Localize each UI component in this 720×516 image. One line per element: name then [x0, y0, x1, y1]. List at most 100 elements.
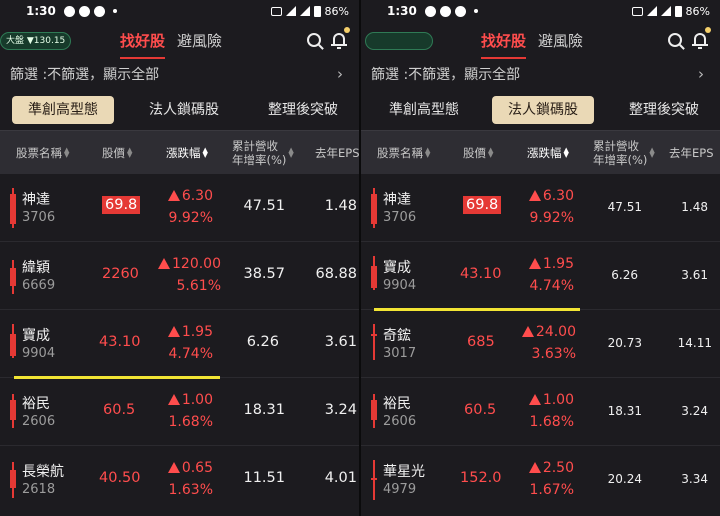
last-year-eps: 3.61	[324, 334, 357, 350]
stock-code: 2606	[383, 414, 417, 429]
column-eps[interactable]: 去年EPS	[669, 131, 714, 175]
column-price[interactable]: 股價 ▲ ▼	[102, 131, 132, 175]
messenger-notification-icon	[78, 5, 90, 17]
last-year-eps: 68.88	[315, 266, 357, 282]
candlestick-icon	[10, 188, 16, 228]
price-change: 1.95	[167, 324, 213, 340]
battery-level: 86%	[324, 4, 349, 18]
up-arrow-icon	[528, 394, 541, 405]
stock-row[interactable]: 華星光 4979 152.0 2.50 1.67% 20.24 3.34	[361, 446, 720, 514]
price-change: 6.30	[528, 188, 574, 204]
stock-code: 3017	[383, 346, 417, 361]
filter-row[interactable]: 篩選 :不篩選，顯示全部 ›	[0, 60, 359, 88]
column-label: 漲跌幅	[527, 145, 562, 160]
strategy-chips: 準創高型態 法人鎖碼股 整理後突破	[0, 88, 359, 130]
column-label-line1: 累計營收	[232, 138, 278, 153]
candlestick-icon	[371, 460, 377, 500]
stock-name: 寶成	[22, 328, 50, 344]
up-arrow-icon	[167, 462, 180, 473]
percent-change: 3.63%	[531, 346, 576, 362]
column-price[interactable]: 股價 ▲ ▼	[463, 131, 493, 175]
search-icon[interactable]	[307, 33, 321, 47]
bell-icon[interactable]	[331, 33, 347, 49]
column-label-line2: 年增率(%)	[232, 153, 287, 167]
change-value: 6.30	[181, 188, 213, 204]
bell-icon[interactable]	[692, 33, 708, 49]
column-stock-name[interactable]: 股票名稱 ▲ ▼	[16, 131, 69, 175]
signal-icon	[299, 6, 310, 16]
stock-row[interactable]: 緯穎 6669 2260 120.00 5.61% 38.57 68.88	[0, 242, 359, 310]
column-label: 去年EPS	[315, 145, 359, 160]
stock-row[interactable]: 寶成 9904 43.10 1.95 4.74% 6.26 3.61	[0, 310, 359, 378]
stock-row[interactable]: 神達 3706 69.8 6.30 9.92% 47.51 1.48	[0, 174, 359, 242]
chip-breakout[interactable]: 整理後突破	[262, 96, 344, 124]
tab-find-stocks[interactable]: 找好股	[120, 30, 166, 59]
column-label: 漲跌幅	[166, 145, 201, 160]
last-year-eps: 3.34	[681, 472, 708, 486]
stock-name: 裕民	[22, 396, 50, 412]
chip-near-high[interactable]: 準創高型態	[383, 96, 465, 124]
stock-price: 40.50	[99, 470, 141, 486]
tab-avoid-risk[interactable]: 避風險	[538, 30, 583, 51]
up-arrow-icon	[528, 462, 541, 473]
stock-price: 69.8	[102, 196, 141, 214]
price-change: 1.00	[167, 392, 213, 408]
tab-find-stocks[interactable]: 找好股	[481, 30, 527, 59]
column-eps[interactable]: 去年EPS	[315, 131, 359, 175]
stock-row[interactable]: 長榮航 2618 40.50 0.65 1.63% 11.51 4.01	[0, 446, 359, 514]
chat-notification-icon	[63, 5, 75, 17]
column-change[interactable]: 漲跌幅 ▲ ▼	[527, 131, 569, 175]
stock-price: 2260	[102, 266, 139, 282]
stock-code: 3706	[22, 210, 56, 225]
search-icon[interactable]	[668, 33, 682, 47]
stock-row[interactable]: 寶成 9904 43.10 1.95 4.74% 6.26 3.61	[361, 242, 720, 310]
last-year-eps: 1.48	[324, 198, 357, 214]
stock-price: 152.0	[460, 470, 502, 486]
table-header: 股票名稱 ▲ ▼ 股價 ▲ ▼ 漲跌幅 ▲ ▼ 累計營收 年增率(%) ▲ ▼ 去年EPS	[361, 130, 720, 174]
stock-row[interactable]: 裕民 2606 60.5 1.00 1.68% 18.31 3.24	[361, 378, 720, 446]
up-arrow-icon	[158, 258, 170, 269]
battery-icon	[313, 5, 321, 17]
battery-level: 86%	[685, 4, 710, 18]
stock-row[interactable]: 裕民 2606 60.5 1.00 1.68% 18.31 3.24	[0, 378, 359, 446]
wifi-icon	[285, 6, 296, 16]
stock-row[interactable]: 奇鋐 3017 685 24.00 3.63% 20.73 14.11	[361, 310, 720, 378]
market-index-badge[interactable]: 大盤 ▼130.15	[0, 32, 72, 50]
change-value: 120.00	[172, 256, 221, 272]
chip-institutional[interactable]: 法人鎖碼股	[138, 96, 230, 124]
percent-change: 4.74%	[168, 346, 213, 362]
column-revenue-growth[interactable]: 累計營收 年增率(%) ▲ ▼	[593, 131, 655, 175]
chip-near-high[interactable]: 準創高型態	[12, 96, 114, 124]
filter-text: 篩選 :不篩選，顯示全部	[10, 67, 160, 83]
status-icons: 86%	[270, 4, 349, 18]
price-change: 24.00	[521, 324, 576, 340]
market-index-badge-collapsed[interactable]	[365, 32, 433, 50]
percent-change: 9.92%	[529, 210, 574, 226]
app-header: 找好股 避風險	[361, 22, 720, 60]
revenue-growth: 6.26	[611, 268, 638, 282]
price-change: 6.30	[167, 188, 213, 204]
up-arrow-icon	[167, 326, 180, 337]
stock-price: 685	[467, 334, 495, 350]
column-label: 股價	[463, 145, 486, 160]
stock-name: 裕民	[383, 396, 411, 412]
last-year-eps: 14.11	[677, 336, 712, 350]
stock-code: 9904	[383, 278, 417, 293]
percent-change: 4.74%	[529, 278, 574, 294]
column-stock-name[interactable]: 股票名稱 ▲ ▼	[377, 131, 430, 175]
change-value: 1.95	[542, 256, 574, 272]
chip-institutional[interactable]: 法人鎖碼股	[492, 96, 594, 124]
stock-code: 3706	[383, 210, 417, 225]
stock-price: 69.8	[463, 196, 502, 214]
filter-row[interactable]: 篩選 :不篩選，顯示全部 ›	[361, 60, 720, 88]
tab-avoid-risk[interactable]: 避風險	[177, 30, 222, 51]
tab-label: 找好股	[481, 32, 527, 50]
revenue-growth: 6.26	[246, 334, 279, 350]
stock-row[interactable]: 神達 3706 69.8 6.30 9.92% 47.51 1.48	[361, 174, 720, 242]
column-label: 股價	[102, 145, 125, 160]
chevron-right-icon: ›	[337, 65, 343, 83]
column-revenue-growth[interactable]: 累計營收 年增率(%) ▲ ▼	[232, 131, 294, 175]
chip-breakout[interactable]: 整理後突破	[623, 96, 705, 124]
revenue-growth: 11.51	[243, 470, 285, 486]
column-change[interactable]: 漲跌幅 ▲ ▼	[166, 131, 208, 175]
